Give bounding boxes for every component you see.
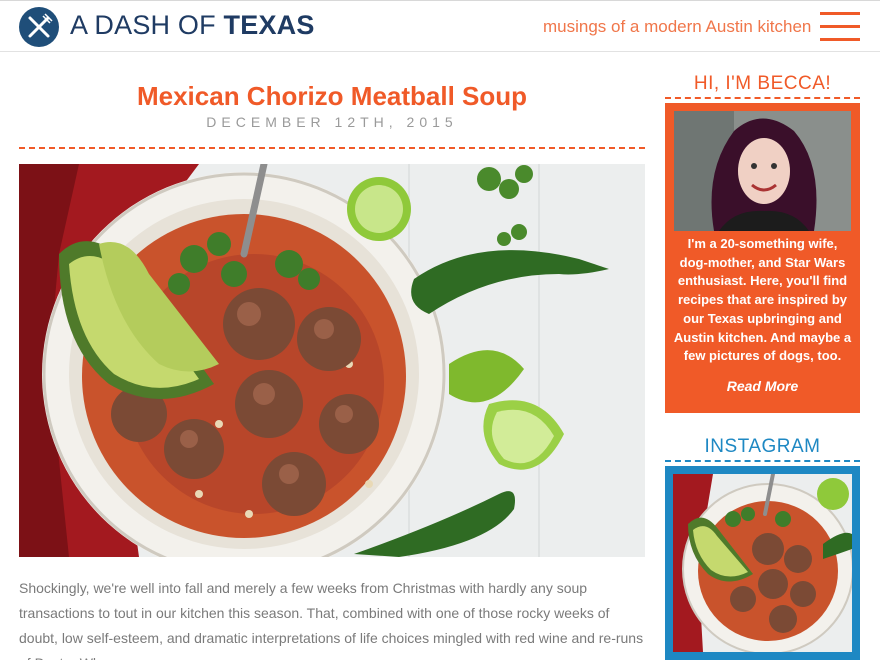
read-more-link[interactable]: Read More [665, 378, 860, 394]
site-logo[interactable]: A DASH OF TEXAS [70, 10, 315, 41]
logo-text-bold: TEXAS [223, 10, 315, 40]
post-date: DECEMBER 12TH, 2015 [206, 114, 458, 130]
about-divider [665, 97, 860, 99]
site-tagline: musings of a modern Austin kitchen [543, 17, 812, 36]
instagram-widget [665, 466, 860, 660]
post-title[interactable]: Mexican Chorizo Meatball Soup [19, 81, 645, 112]
hamburger-menu-icon[interactable] [820, 12, 860, 42]
instagram-photo[interactable] [673, 474, 852, 652]
post-body-text: Shockingly, we're well into fall and mer… [19, 580, 644, 660]
divider [19, 147, 645, 149]
instagram-heading: INSTAGRAM [704, 436, 821, 457]
hero-image [19, 164, 645, 557]
about-widget: I'm a 20-something wife, dog-mother, and… [665, 103, 860, 413]
logo-fork-knife-icon[interactable] [19, 7, 59, 47]
about-heading: HI, I'M BECCA! [693, 73, 832, 94]
about-text: I'm a 20-something wife, dog-mother, and… [673, 236, 852, 364]
instagram-divider [665, 460, 860, 462]
site-header: A DASH OF TEXAS musings of a modern Aust… [0, 0, 880, 52]
logo-text-light: A DASH OF [70, 10, 224, 40]
author-avatar [674, 111, 851, 231]
